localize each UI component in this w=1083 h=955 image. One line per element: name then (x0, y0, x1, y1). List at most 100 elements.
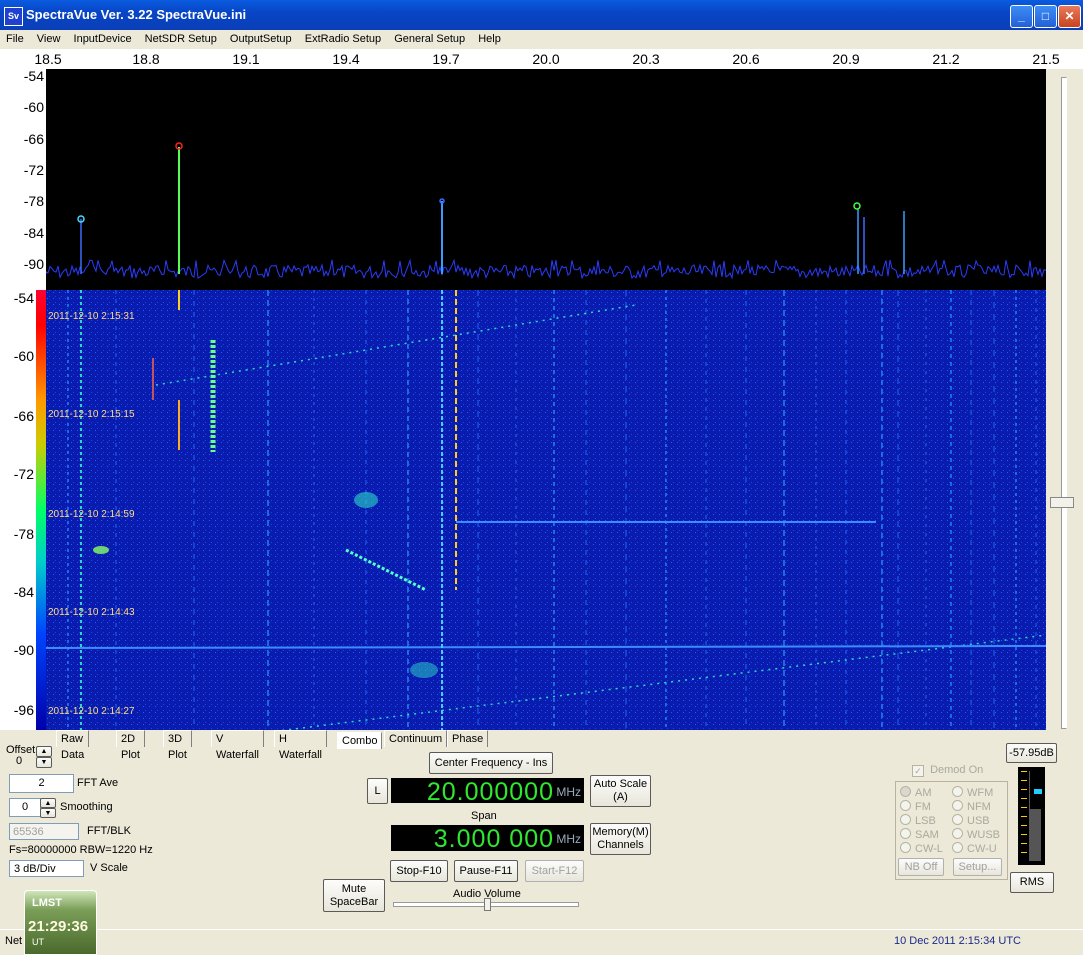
clock-ut-label: UT (32, 937, 44, 947)
waterfall-timestamp: 2011-12-10 2:14:59 (48, 509, 135, 520)
spectrum-plot[interactable] (46, 69, 1046, 290)
tab-raw-data[interactable]: Raw Data (56, 730, 90, 761)
mode-cwu-radio[interactable]: CW-U (952, 842, 997, 855)
span-value: 3.000 000 (433, 825, 554, 853)
level-tick: -90 (13, 642, 34, 658)
tab-v-waterfall[interactable]: V Waterfall (211, 730, 264, 761)
level-readout: -57.95dB (1006, 743, 1057, 763)
status-left-text: Net (5, 935, 23, 947)
freq-tick: 20.3 (632, 51, 660, 67)
menu-help[interactable]: Help (473, 30, 506, 45)
minimize-button[interactable]: _ (1010, 5, 1033, 28)
lmst-clock-widget[interactable]: LMST 21:29:36 UT (24, 890, 97, 955)
smoothing-input[interactable]: 0 (9, 798, 41, 817)
mute-button[interactable]: Mute SpaceBar (323, 879, 385, 912)
menu-inputdevice[interactable]: InputDevice (69, 30, 137, 45)
tab-combo[interactable]: Combo (337, 732, 383, 749)
freq-tick: 21.2 (932, 51, 960, 67)
offset-down-button[interactable]: ▼ (36, 757, 52, 768)
level-tick: -72 (13, 466, 34, 482)
freq-tick: 18.8 (132, 51, 160, 67)
menu-general-setup[interactable]: General Setup (389, 30, 470, 45)
freq-tick: 19.4 (332, 51, 360, 67)
title-bar: Sv SpectraVue Ver. 3.22 SpectraVue.ini _… (0, 0, 1083, 30)
audio-volume-slider[interactable] (393, 898, 579, 911)
mode-nfm-radio[interactable]: NFM (952, 800, 991, 813)
level-tick: -60 (13, 348, 34, 364)
mode-wusb-radio[interactable]: WUSB (952, 828, 1000, 841)
window-title: SpectraVue Ver. 3.22 SpectraVue.ini (26, 7, 247, 22)
freq-tick: 20.0 (532, 51, 560, 67)
fft-ave-input[interactable]: 2 (9, 774, 74, 793)
mode-usb-radio[interactable]: USB (952, 814, 990, 827)
waterfall-plot[interactable]: 2011-12-10 2:15:31 2011-12-10 2:15:15 20… (46, 290, 1046, 730)
mode-fm-radio[interactable]: FM (900, 800, 931, 813)
tab-3d-plot[interactable]: 3D Plot (163, 730, 192, 761)
smoothing-down-button[interactable]: ▼ (40, 808, 56, 818)
fs-rbw-text: Fs=80000000 RBW=1220 Hz (9, 844, 153, 856)
level-tick: -78 (23, 193, 44, 209)
menu-extradio-setup[interactable]: ExtRadio Setup (300, 30, 386, 45)
rms-button[interactable]: RMS (1010, 872, 1054, 893)
nb-off-button[interactable]: NB Off (898, 858, 944, 876)
waterfall-timestamp: 2011-12-10 2:14:27 (48, 706, 135, 717)
close-button[interactable]: ✕ (1058, 5, 1081, 28)
center-frequency-value: 20.000000 (426, 778, 554, 806)
center-frequency-button[interactable]: Center Frequency - Ins (429, 752, 553, 774)
tab-h-waterfall[interactable]: H Waterfall (274, 730, 327, 761)
mode-sam-radio[interactable]: SAM (900, 828, 939, 841)
menu-file[interactable]: File (0, 30, 29, 45)
freq-tick: 19.7 (432, 51, 460, 67)
maximize-button[interactable]: □ (1034, 5, 1057, 28)
demod-checkbox[interactable]: ✓ Demod On (912, 764, 983, 777)
span-display[interactable]: 3.000 000 MHz (391, 825, 584, 853)
setup-button[interactable]: Setup... (953, 858, 1002, 876)
app-icon: Sv (4, 7, 23, 26)
frequency-axis: 18.5 18.8 19.1 19.4 19.7 20.0 20.3 20.6 … (0, 49, 1083, 69)
vscale-label: V Scale (90, 862, 128, 874)
span-unit: MHz (556, 832, 581, 846)
waterfall-image (46, 290, 1046, 730)
offset-value[interactable]: 0 (16, 755, 22, 767)
clock-title: LMST (32, 897, 62, 909)
mode-am-radio[interactable]: AM (900, 786, 932, 799)
audio-volume-thumb[interactable] (484, 898, 491, 911)
level-tick: -60 (23, 99, 44, 115)
menu-view[interactable]: View (32, 30, 66, 45)
fft-ave-label: FFT Ave (77, 777, 119, 789)
pause-button[interactable]: Pause-F11 (454, 860, 518, 882)
stop-button[interactable]: Stop-F10 (390, 860, 448, 882)
start-button[interactable]: Start-F12 (525, 860, 584, 882)
menu-outputsetup[interactable]: OutputSetup (225, 30, 297, 45)
level-tick: -84 (23, 225, 44, 241)
spectrum-trace (46, 142, 1046, 280)
mode-wfm-radio[interactable]: WFM (952, 786, 993, 799)
mode-cwl-radio[interactable]: CW-L (900, 842, 943, 855)
level-tick: -78 (13, 526, 34, 542)
fft-blk-label: FFT/BLK (87, 825, 132, 837)
vscale-select[interactable]: 3 dB/Div (9, 860, 84, 877)
mode-lsb-radio[interactable]: LSB (900, 814, 936, 827)
memory-channels-button[interactable]: Memory(M) Channels (590, 823, 651, 855)
tab-phase[interactable]: Phase (447, 730, 489, 747)
level-tick: -66 (23, 131, 44, 147)
fft-blk-select[interactable]: 65536 (9, 823, 79, 840)
lock-button[interactable]: L (367, 778, 388, 804)
marker-green[interactable] (853, 202, 861, 210)
tab-continuum[interactable]: Continuum (384, 730, 448, 747)
gain-slider-track[interactable] (1061, 77, 1067, 729)
signal-level-meter (1018, 767, 1045, 865)
level-tick: -96 (13, 702, 34, 718)
menu-netsdr-setup[interactable]: NetSDR Setup (140, 30, 222, 45)
auto-scale-button[interactable]: Auto Scale (A) (590, 775, 651, 807)
tab-2d-plot[interactable]: 2D Plot (116, 730, 145, 761)
smoothing-label: Smoothing (60, 801, 113, 813)
gain-slider-thumb[interactable] (1050, 497, 1074, 508)
level-tick: -54 (13, 290, 34, 306)
level-tick: -72 (23, 162, 44, 178)
level-tick: -90 (23, 256, 44, 272)
freq-tick: 21.5 (1032, 51, 1060, 67)
center-frequency-display[interactable]: 20.000000 MHz (391, 778, 584, 806)
waterfall-y-axis: -54 -60 -66 -72 -78 -84 -90 -96 (0, 290, 36, 730)
clock-time: 21:29:36 (28, 918, 89, 935)
